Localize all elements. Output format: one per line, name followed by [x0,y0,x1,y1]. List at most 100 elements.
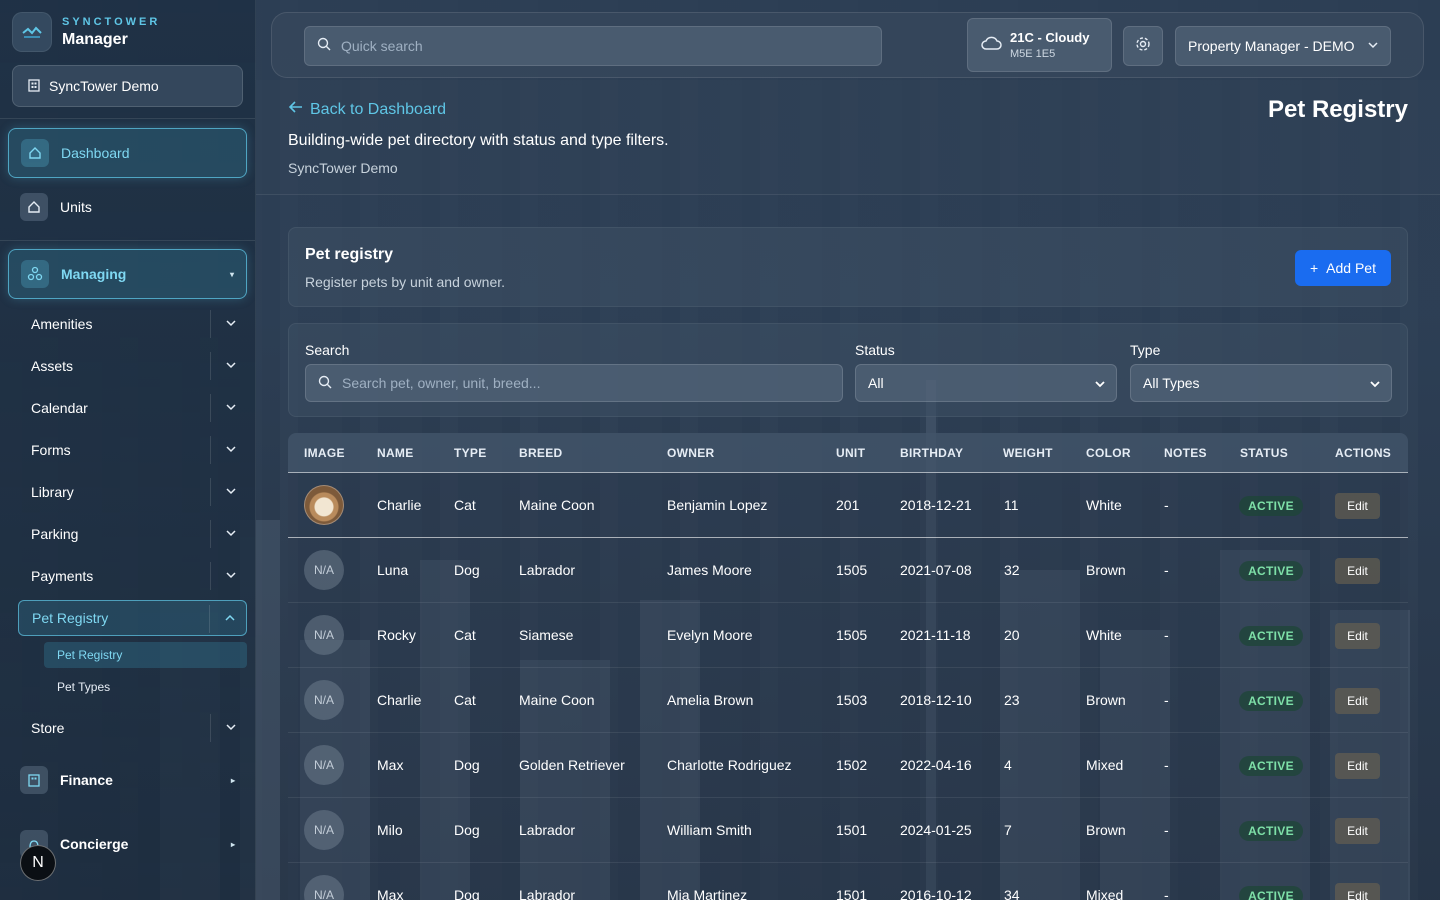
edit-button[interactable]: Edit [1335,688,1380,714]
pet-name: Max [377,757,404,773]
column-header[interactable]: STATUS [1240,446,1288,460]
column-header[interactable]: OWNER [667,446,715,460]
pet-photo-placeholder: N/A [304,745,344,785]
column-header[interactable]: BREED [519,446,563,460]
chevron-down-icon[interactable] [225,568,237,584]
chevron-down-icon[interactable] [225,316,237,332]
sidebar-item-amenities[interactable]: Amenities [18,306,247,342]
pet-weight: 34 [1004,887,1020,900]
chevron-down-icon[interactable] [225,400,237,416]
table-row[interactable]: N/A Charlie Cat Maine Coon Amelia Brown … [288,668,1408,733]
pet-type: Cat [454,627,476,643]
sidebar-item-label: Concierge [60,836,129,852]
edit-button[interactable]: Edit [1335,558,1380,584]
pet-owner: William Smith [667,822,752,838]
pet-unit: 1501 [836,822,868,838]
table-header: IMAGE NAME TYPE BREED OWNER UNIT BIRTHDA… [288,433,1408,473]
pet-type: Dog [454,757,480,773]
pet-birthday: 2016-10-12 [900,887,972,900]
org-switcher-button[interactable]: SyncTower Demo [12,65,243,107]
brand[interactable]: SYNCTOWER Manager [12,12,160,52]
type-select[interactable]: All Types [1130,364,1392,402]
sidebar-item-pet-registry[interactable]: Pet Registry [18,600,247,636]
edit-button[interactable]: Edit [1335,883,1380,900]
pet-photo-placeholder: N/A [304,550,344,590]
pet-search-input[interactable] [342,375,830,391]
dev-badge[interactable]: N [20,845,56,881]
sidebar-item-label: Store [31,720,65,736]
weather-widget[interactable]: 21C - Cloudy M5E 1E5 [967,18,1112,72]
item-divider [210,310,211,338]
pet-photo-placeholder: N/A [304,615,344,655]
table-row[interactable]: Charlie Cat Maine Coon Benjamin Lopez 20… [288,473,1408,538]
item-divider [210,352,211,380]
column-header: IMAGE [304,446,345,460]
chevron-up-icon[interactable] [224,611,236,627]
pet-weight: 11 [1004,497,1019,513]
pet-weight: 4 [1004,757,1012,773]
home-icon [21,139,49,167]
sidebar-item-finance[interactable]: Finance ▸ [8,755,247,805]
status-badge: ACTIVE [1239,756,1303,776]
column-header[interactable]: NAME [377,446,414,460]
item-divider [210,478,211,506]
sidebar-subitem-pet-registry[interactable]: Pet Registry [44,642,247,668]
column-header[interactable]: COLOR [1086,446,1131,460]
sidebar-item-assets[interactable]: Assets [18,348,247,384]
sidebar-item-dashboard[interactable]: Dashboard [8,128,247,178]
sidebar-item-managing[interactable]: Managing ▾ [8,249,247,299]
column-header[interactable]: TYPE [454,446,487,460]
sidebar-subitem-pet-types[interactable]: Pet Types [44,674,247,700]
table-row[interactable]: N/A Rocky Cat Siamese Evelyn Moore 1505 … [288,603,1408,668]
sidebar-item-units[interactable]: Units [8,182,247,232]
add-pet-button[interactable]: + Add Pet [1295,250,1391,286]
edit-button[interactable]: Edit [1335,753,1380,779]
pet-search[interactable] [305,364,843,402]
quick-search[interactable] [304,26,882,66]
pet-notes: - [1164,692,1169,708]
table-row[interactable]: N/A Max Dog Golden Retriever Charlotte R… [288,733,1408,798]
tower-logo-icon [12,12,52,52]
pet-color: Brown [1086,692,1126,708]
edit-button[interactable]: Edit [1335,623,1380,649]
status-select[interactable]: All [855,364,1117,402]
chevron-down-icon[interactable] [225,720,237,736]
quick-search-input[interactable] [341,38,881,54]
edit-button[interactable]: Edit [1335,493,1380,519]
pet-color: Mixed [1086,887,1124,900]
back-to-dashboard-link[interactable]: Back to Dashboard [288,100,446,119]
sidebar-item-forms[interactable]: Forms [18,432,247,468]
pet-unit: 201 [836,497,860,513]
table-row[interactable]: N/A Luna Dog Labrador James Moore 1505 2… [288,538,1408,603]
chevron-down-icon[interactable] [225,358,237,374]
column-header[interactable]: UNIT [836,446,865,460]
chevron-down-icon[interactable] [225,484,237,500]
status-badge: ACTIVE [1239,496,1303,516]
pet-unit: 1505 [836,562,868,578]
pet-birthday: 2018-12-10 [900,692,972,708]
column-header[interactable]: WEIGHT [1003,446,1053,460]
chevron-down-icon[interactable] [225,442,237,458]
sidebar-item-payments[interactable]: Payments [18,558,247,594]
role-selector[interactable]: Property Manager - DEMO [1175,26,1391,66]
sidebar-item-label: Assets [31,358,74,374]
pet-breed: Labrador [519,887,576,900]
pet-name: Luna [377,562,409,578]
page-org-name: SyncTower Demo [288,160,398,176]
settings-button[interactable] [1123,26,1163,66]
pet-owner: Benjamin Lopez [667,497,768,513]
sidebar-item-library[interactable]: Library [18,474,247,510]
sidebar-item-store[interactable]: Store [18,710,247,746]
sidebar-item-label: Dashboard [61,145,130,161]
sidebar-item-parking[interactable]: Parking [18,516,247,552]
sidebar: SYNCTOWER Manager SyncTower Demo Dashboa… [0,0,256,900]
edit-button[interactable]: Edit [1335,818,1380,844]
chevron-down-icon[interactable] [225,526,237,542]
column-header[interactable]: BIRTHDAY [900,446,963,460]
back-link-label: Back to Dashboard [310,100,447,118]
sidebar-item-calendar[interactable]: Calendar [18,390,247,426]
search-label: Search [305,342,350,358]
table-row[interactable]: N/A Max Dog Labrador Mia Martinez 1501 2… [288,863,1408,900]
pet-name: Charlie [377,692,422,708]
table-row[interactable]: N/A Milo Dog Labrador William Smith 1501… [288,798,1408,863]
